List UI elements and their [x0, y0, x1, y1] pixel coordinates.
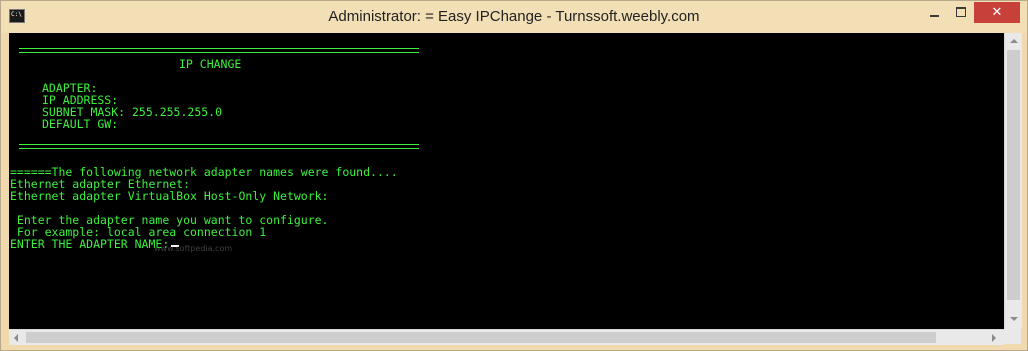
scroll-right-icon[interactable]	[992, 334, 996, 342]
vertical-scroll-thumb[interactable]	[1007, 50, 1020, 300]
title-bar[interactable]: Administrator: = Easy IPChange - Turnsso…	[1, 1, 1027, 33]
window-title: Administrator: = Easy IPChange - Turnsso…	[328, 8, 700, 25]
close-icon: ✕	[991, 5, 1003, 20]
divider	[19, 144, 419, 149]
close-button[interactable]: ✕	[974, 2, 1020, 23]
maximize-button[interactable]	[948, 2, 974, 23]
header-title: IP CHANGE	[179, 57, 242, 71]
horizontal-scroll-thumb[interactable]	[26, 332, 936, 343]
adapter-list-item: Ethernet adapter VirtualBox Host-Only Ne…	[10, 189, 329, 203]
console-output: IP CHANGE ADAPTER: IP ADDRESS: SUBNET MA…	[9, 33, 1004, 329]
vertical-scrollbar[interactable]	[1004, 33, 1022, 329]
console-window: Administrator: = Easy IPChange - Turnsso…	[0, 0, 1028, 351]
watermark: www.softpedia.com	[154, 244, 233, 253]
scrollbar-corner	[1004, 329, 1021, 344]
minimize-button[interactable]	[921, 2, 948, 23]
scroll-up-icon[interactable]	[1010, 39, 1018, 43]
console-area[interactable]: IP CHANGE ADAPTER: IP ADDRESS: SUBNET MA…	[9, 33, 1022, 345]
scroll-down-icon[interactable]	[1010, 317, 1018, 321]
horizontal-scrollbar[interactable]	[9, 329, 1004, 345]
default-gateway-label: DEFAULT GW:	[42, 117, 119, 131]
prompt-label: ENTER THE ADAPTER NAME:	[10, 237, 170, 251]
divider	[19, 48, 419, 53]
scroll-left-icon[interactable]	[14, 334, 18, 342]
